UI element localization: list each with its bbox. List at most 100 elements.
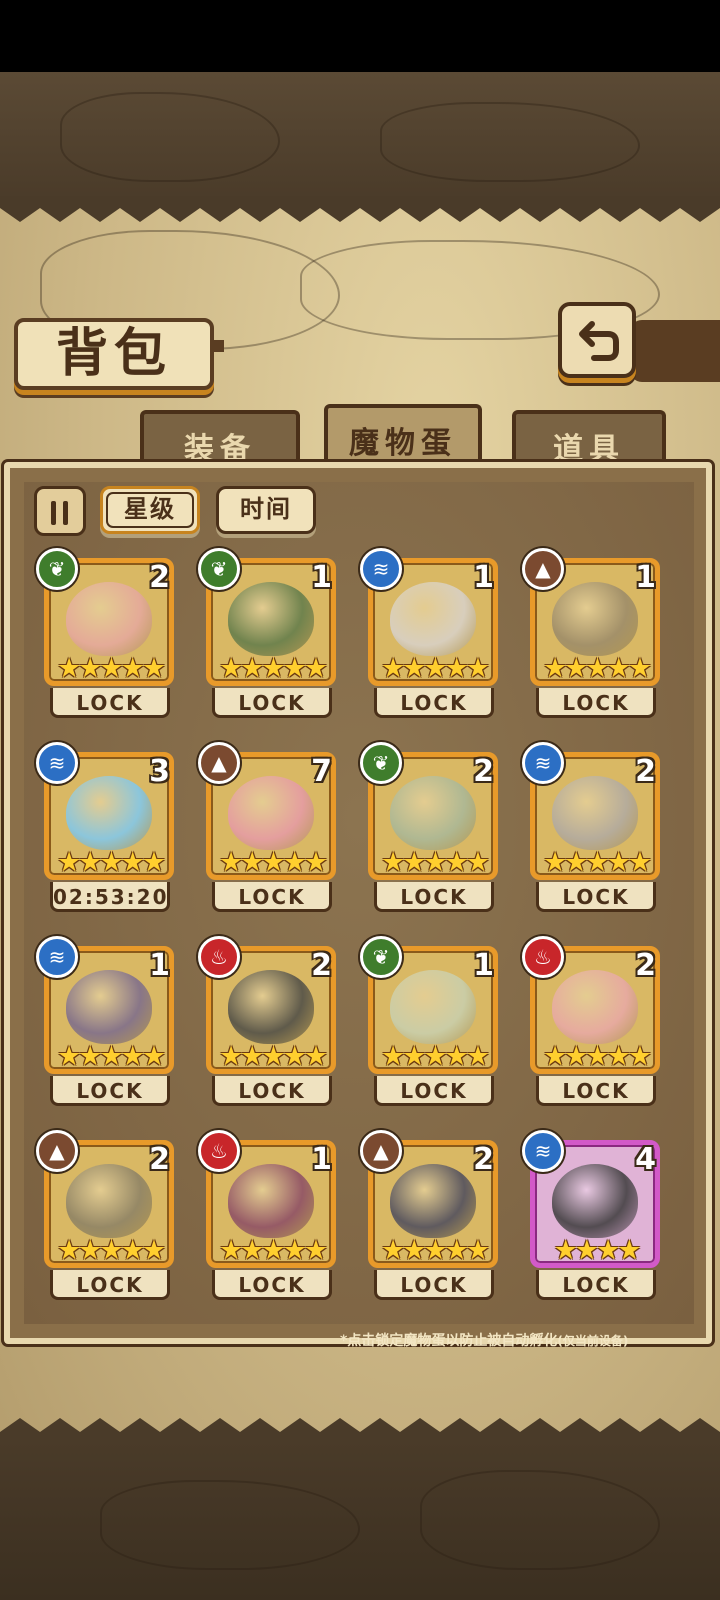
egg-card[interactable]: 3 ★★★★★ ≋ 02:53:20 <box>36 742 180 912</box>
lock-button[interactable]: LOCK <box>536 1076 656 1106</box>
lock-button[interactable]: LOCK <box>536 882 656 912</box>
star-icon: ★ <box>465 653 490 684</box>
star-rating: ★★★★★ <box>534 848 658 878</box>
star-icon: ★ <box>78 1235 102 1266</box>
star-rating: ★★★★★ <box>210 654 334 684</box>
egg-card[interactable]: 2 ★★★★★ ♨ LOCK <box>198 936 342 1106</box>
grass-element-icon: ❦ <box>360 742 402 784</box>
earth-element-icon: ▲ <box>522 548 564 590</box>
star-icon: ★ <box>627 1041 652 1072</box>
star-icon: ★ <box>585 847 609 878</box>
egg-card[interactable]: 7 ★★★★★ ▲ LOCK <box>198 742 342 912</box>
star-icon: ★ <box>261 653 285 684</box>
monster-egg-image <box>390 970 476 1044</box>
egg-card[interactable]: 2 ★★★★★ ♨ LOCK <box>522 936 666 1106</box>
egg-card[interactable]: 1 ★★★★★ ❦ LOCK <box>360 936 504 1106</box>
lock-button[interactable]: LOCK <box>374 882 494 912</box>
egg-card[interactable]: 4 ★★★★ ≋ LOCK <box>522 1130 666 1300</box>
star-icon: ★ <box>78 1041 102 1072</box>
star-icon: ★ <box>240 1041 264 1072</box>
star-icon: ★ <box>218 1041 243 1072</box>
lock-button[interactable]: LOCK <box>374 1076 494 1106</box>
egg-card[interactable]: 1 ★★★★★ ❦ LOCK <box>198 548 342 718</box>
tab-equipment[interactable]: 装备 <box>140 410 300 468</box>
lock-button[interactable]: LOCK <box>212 882 332 912</box>
star-rating: ★★★★★ <box>48 1236 172 1266</box>
sort-order-toggle[interactable] <box>34 486 86 536</box>
star-icon: ★ <box>564 1041 588 1072</box>
star-icon: ★ <box>120 847 145 878</box>
monster-egg-image <box>552 776 638 850</box>
star-icon: ★ <box>282 1041 307 1072</box>
monster-egg-image <box>66 776 152 850</box>
egg-card[interactable]: 2 ★★★★★ ▲ LOCK <box>360 1130 504 1300</box>
star-icon: ★ <box>465 847 490 878</box>
egg-card[interactable]: 2 ★★★★★ ❦ LOCK <box>36 548 180 718</box>
monster-egg-image <box>66 582 152 656</box>
egg-count: 2 <box>635 948 656 983</box>
star-icon: ★ <box>218 847 243 878</box>
egg-count: 2 <box>473 1142 494 1177</box>
back-button[interactable] <box>558 302 636 378</box>
egg-count: 3 <box>149 754 170 789</box>
sort-by-star-button[interactable]: 星级 <box>100 486 200 534</box>
lock-button[interactable]: LOCK <box>212 1076 332 1106</box>
star-icon: ★ <box>606 847 631 878</box>
lock-button[interactable]: LOCK <box>374 1270 494 1300</box>
egg-card[interactable]: 2 ★★★★★ ▲ LOCK <box>36 1130 180 1300</box>
grass-element-icon: ❦ <box>360 936 402 978</box>
fire-element-icon: ♨ <box>198 1130 240 1172</box>
egg-count: 1 <box>311 560 332 595</box>
egg-card[interactable]: 1 ★★★★★ ≋ LOCK <box>360 548 504 718</box>
star-rating: ★★★★★ <box>210 1236 334 1266</box>
tab-items[interactable]: 道具 <box>512 410 666 468</box>
star-icon: ★ <box>553 1235 578 1266</box>
egg-count: 1 <box>149 948 170 983</box>
egg-card[interactable]: 2 ★★★★★ ≋ LOCK <box>522 742 666 912</box>
star-icon: ★ <box>423 847 447 878</box>
sort-order-icon <box>51 501 56 525</box>
star-icon: ★ <box>574 1235 599 1266</box>
monster-egg-image <box>228 582 314 656</box>
sort-by-time-label: 时间 <box>240 495 292 523</box>
star-icon: ★ <box>99 1235 123 1266</box>
star-icon: ★ <box>141 653 166 684</box>
star-icon: ★ <box>564 847 588 878</box>
egg-count: 2 <box>311 948 332 983</box>
earth-element-icon: ▲ <box>360 1130 402 1172</box>
star-icon: ★ <box>585 1041 609 1072</box>
egg-count: 7 <box>311 754 332 789</box>
monster-egg-image <box>552 1164 638 1238</box>
star-icon: ★ <box>444 1041 469 1072</box>
star-icon: ★ <box>218 1235 243 1266</box>
lock-button[interactable]: LOCK <box>50 1270 170 1300</box>
egg-card[interactable]: 2 ★★★★★ ❦ LOCK <box>360 742 504 912</box>
egg-count: 2 <box>473 754 494 789</box>
star-icon: ★ <box>303 847 328 878</box>
lock-button[interactable]: LOCK <box>50 688 170 718</box>
lock-button[interactable]: LOCK <box>536 688 656 718</box>
star-icon: ★ <box>240 653 264 684</box>
earth-element-icon: ▲ <box>36 1130 78 1172</box>
star-icon: ★ <box>596 1235 620 1266</box>
lock-button[interactable]: LOCK <box>212 1270 332 1300</box>
star-icon: ★ <box>617 1235 641 1266</box>
egg-card[interactable]: 1 ★★★★★ ▲ LOCK <box>522 548 666 718</box>
egg-card[interactable]: 1 ★★★★★ ♨ LOCK <box>198 1130 342 1300</box>
star-icon: ★ <box>380 1235 405 1266</box>
lock-button[interactable]: LOCK <box>50 1076 170 1106</box>
monster-egg-image <box>228 1164 314 1238</box>
egg-card[interactable]: 1 ★★★★★ ≋ LOCK <box>36 936 180 1106</box>
star-icon: ★ <box>627 847 652 878</box>
lock-button[interactable]: LOCK <box>536 1270 656 1300</box>
star-icon: ★ <box>380 1041 405 1072</box>
egg-count: 1 <box>635 560 656 595</box>
monster-egg-image <box>390 1164 476 1238</box>
water-element-icon: ≋ <box>360 548 402 590</box>
water-element-icon: ≋ <box>36 936 78 978</box>
sort-by-time-button[interactable]: 时间 <box>216 486 316 534</box>
star-icon: ★ <box>542 653 567 684</box>
lock-button[interactable]: LOCK <box>212 688 332 718</box>
lock-button[interactable]: LOCK <box>374 688 494 718</box>
title-rail <box>210 340 224 352</box>
